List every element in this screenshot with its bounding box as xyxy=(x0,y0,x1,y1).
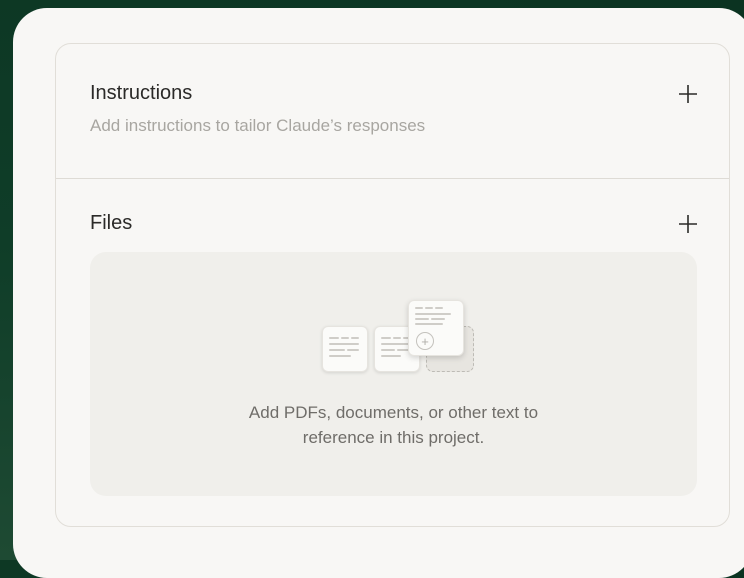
plus-icon xyxy=(679,85,697,103)
document-thumbnail xyxy=(322,326,368,372)
dropzone-text-line1: Add PDFs, documents, or other text to xyxy=(248,403,539,422)
file-dropzone[interactable]: + Add PDFs, documents, or other text to … xyxy=(90,252,697,496)
instructions-title: Instructions xyxy=(90,82,193,104)
section-divider xyxy=(56,178,729,179)
files-title: Files xyxy=(90,212,133,234)
dropzone-text-line2: reference in this project. xyxy=(302,428,485,447)
add-circle-icon: + xyxy=(416,332,434,350)
plus-icon xyxy=(679,215,697,233)
add-files-button[interactable] xyxy=(674,210,702,238)
knowledge-card: Instructions Add instructions to tailor … xyxy=(55,43,730,527)
instructions-subtitle: Add instructions to tailor Claude’s resp… xyxy=(90,116,426,135)
dropzone-text: Add PDFs, documents, or other text to re… xyxy=(90,400,697,450)
document-thumbnail: + xyxy=(408,300,464,356)
add-instructions-button[interactable] xyxy=(674,80,702,108)
project-knowledge-panel: Instructions Add instructions to tailor … xyxy=(13,8,744,578)
